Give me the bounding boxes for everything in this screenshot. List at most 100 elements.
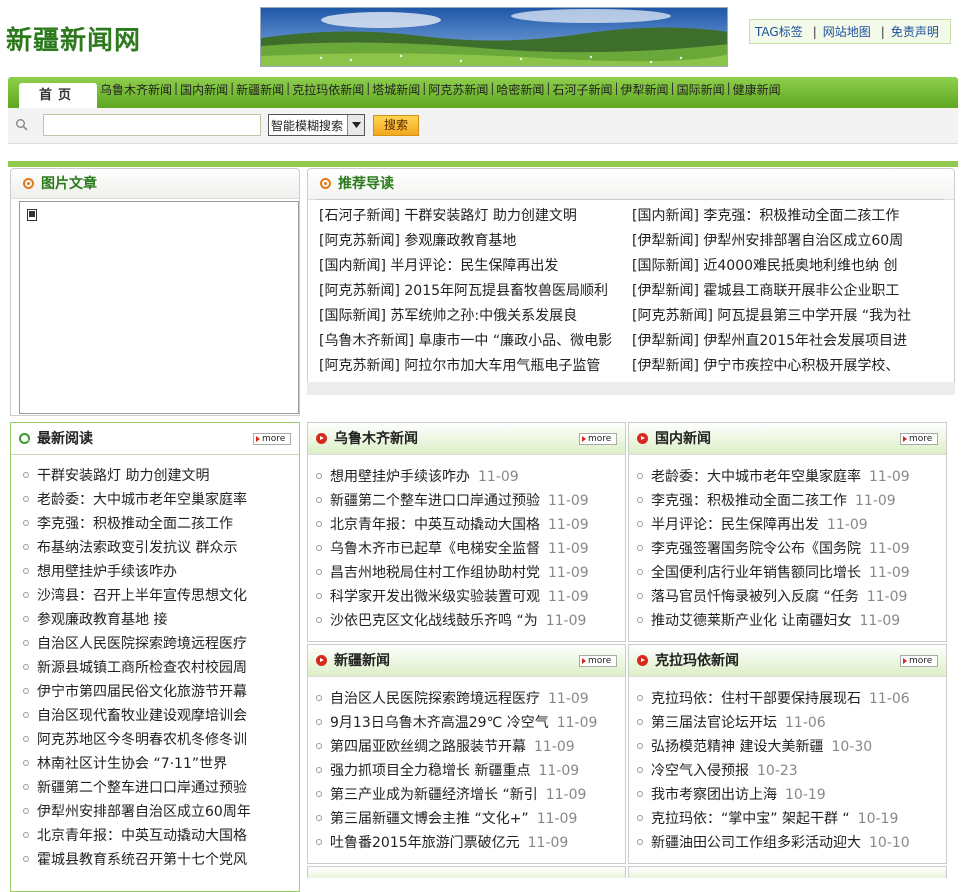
section-more-button[interactable]: more bbox=[900, 655, 938, 667]
recommend-item[interactable]: [伊犁新闻] 伊犁州直2015年社会发展项目进 bbox=[632, 329, 917, 354]
bullet-ring-icon bbox=[19, 433, 30, 444]
disclaimer-link[interactable]: 免责声明 bbox=[891, 23, 939, 40]
list-item[interactable]: 李克强：积极推动全面二孩工作 11-09 bbox=[629, 489, 946, 513]
list-item[interactable]: 想用壁挂炉手续该咋办 11-09 bbox=[308, 465, 625, 489]
recommend-item[interactable]: [阿克苏新闻] 阿拉尔市加大车用气瓶电子监管 bbox=[319, 354, 619, 379]
list-item[interactable]: 沙依巴克区文化战线鼓乐齐鸣 “为 11-09 bbox=[308, 609, 625, 633]
list-item[interactable]: 想用壁挂炉手续该咋办 bbox=[15, 560, 299, 584]
list-item[interactable]: 全国便利店行业年销售额同比增长 11-09 bbox=[629, 561, 946, 585]
list-item[interactable]: 新疆油田公司工作组多彩活动迎大 10-10 bbox=[629, 831, 946, 855]
list-item[interactable]: 老龄委：大中城市老年空巢家庭率 bbox=[15, 488, 299, 512]
list-item[interactable]: 科学家开发出微米级实验装置可观 11-09 bbox=[308, 585, 625, 609]
list-item[interactable]: 自治区人民医院探索跨境远程医疗 bbox=[15, 632, 299, 656]
bullet-dot-icon bbox=[316, 719, 322, 725]
recommend-item[interactable]: [国际新闻] 近4000难民抵奥地利维也纳 创 bbox=[632, 254, 917, 279]
header-banner-image bbox=[260, 7, 728, 67]
recommend-divider bbox=[316, 199, 944, 200]
bullet-ring-icon bbox=[320, 178, 331, 189]
list-item[interactable]: 北京青年报：中英互动撬动大国格 bbox=[15, 824, 299, 848]
site-logo[interactable]: 新疆新闻网 bbox=[6, 20, 141, 57]
recommend-item[interactable]: [阿克苏新闻] 参观廉政教育基地 bbox=[319, 229, 619, 254]
list-item[interactable]: 参观廉政教育基地 接 bbox=[15, 608, 299, 632]
recommend-item[interactable]: [伊犁新闻] 伊犁州安排部署自治区成立60周 bbox=[632, 229, 917, 254]
nav-item-international[interactable]: 国际新闻 bbox=[675, 81, 727, 101]
list-item[interactable]: 自治区人民医院探索跨境远程医疗 11-09 bbox=[308, 687, 625, 711]
nav-item-urumqi[interactable]: 乌鲁木齐新闻 bbox=[98, 81, 174, 101]
nav-item-yili[interactable]: 伊犁新闻 bbox=[619, 81, 671, 101]
list-item[interactable]: 沙湾县：召开上半年宣传思想文化 bbox=[15, 584, 299, 608]
nav-item-karamay[interactable]: 克拉玛依新闻 bbox=[290, 81, 366, 101]
nav-item-domestic[interactable]: 国内新闻 bbox=[178, 81, 230, 101]
search-input[interactable] bbox=[43, 114, 261, 136]
recommend-item[interactable]: [国内新闻] 李克强：积极推动全面二孩工作 bbox=[632, 204, 917, 229]
list-item[interactable]: 昌吉州地税局住村工作组协助村党 11-09 bbox=[308, 561, 625, 585]
list-item[interactable]: 自治区现代畜牧业建设观摩培训会 bbox=[15, 704, 299, 728]
list-item[interactable]: 霍城县教育系统召开第十七个党风 bbox=[15, 848, 299, 872]
nav-item-hami[interactable]: 哈密新闻 bbox=[494, 81, 546, 101]
list-item-text: 沙依巴克区文化战线鼓乐齐鸣 “为 bbox=[330, 613, 538, 629]
list-item[interactable]: 干群安装路灯 助力创建文明 bbox=[15, 464, 299, 488]
section-more-button[interactable]: more bbox=[579, 433, 617, 445]
list-item[interactable]: 伊宁市第四届民俗文化旅游节开幕 bbox=[15, 680, 299, 704]
list-item[interactable]: 李克强签署国务院令公布《国务院 11-09 bbox=[629, 537, 946, 561]
list-item[interactable]: 老龄委：大中城市老年空巢家庭率 11-09 bbox=[629, 465, 946, 489]
list-item[interactable]: 弘扬模范精神 建设大美新疆 10-30 bbox=[629, 735, 946, 759]
search-mode-select[interactable]: 智能模糊搜索 bbox=[268, 114, 365, 136]
list-item[interactable]: 第三届法官论坛开坛 11-06 bbox=[629, 711, 946, 735]
list-item[interactable]: 克拉玛依：住村干部要保持展现石 11-06 bbox=[629, 687, 946, 711]
nav-item-xinjiang[interactable]: 新疆新闻 bbox=[234, 81, 286, 101]
list-item[interactable]: 新疆第二个整车进口口岸通过预验 bbox=[15, 776, 299, 800]
recommend-item[interactable]: [阿克苏新闻] 阿瓦提县第三中学开展 “我为社 bbox=[632, 304, 917, 329]
list-item[interactable]: 半月评论：民生保障再出发 11-09 bbox=[629, 513, 946, 537]
list-item-text: 想用壁挂炉手续该咋办 bbox=[37, 564, 177, 580]
list-item[interactable]: 第三届新疆文博会主推 “文化+” 11-09 bbox=[308, 807, 625, 831]
recommend-item[interactable]: [乌鲁木齐新闻] 阜康市一中 “廉政小品、微电影 bbox=[319, 329, 619, 354]
nav-home-tab[interactable]: 首页 bbox=[19, 83, 97, 109]
sitemap-link[interactable]: 网站地图 bbox=[823, 23, 871, 40]
list-item[interactable]: 落马官员忏悔录被列入反腐 “任务 11-09 bbox=[629, 585, 946, 609]
search-button[interactable]: 搜索 bbox=[373, 115, 419, 136]
list-item[interactable]: 阿克苏地区今冬明春农机冬修冬训 bbox=[15, 728, 299, 752]
list-item[interactable]: 新疆第二个整车进口口岸通过预验 11-09 bbox=[308, 489, 625, 513]
bullet-dot-icon bbox=[316, 815, 322, 821]
recommend-item[interactable]: [国内新闻] 半月评论：民生保障再出发 bbox=[319, 254, 619, 279]
list-item[interactable]: 克拉玛依：“掌中宝” 架起干群 “ 10-19 bbox=[629, 807, 946, 831]
recommend-item[interactable]: [国际新闻] 苏军统帅之孙:中俄关系发展良 bbox=[319, 304, 619, 329]
bullet-dot-icon bbox=[637, 839, 643, 845]
list-item[interactable]: 冷空气入侵预报 10-23 bbox=[629, 759, 946, 783]
list-item[interactable]: 伊犁州安排部署自治区成立60周年 bbox=[15, 800, 299, 824]
list-item[interactable]: 李克强：积极推动全面二孩工作 bbox=[15, 512, 299, 536]
list-item[interactable]: 第三产业成为新疆经济增长 “新引 11-09 bbox=[308, 783, 625, 807]
bullet-dot-icon bbox=[316, 767, 322, 773]
nav-item-aksu[interactable]: 阿克苏新闻 bbox=[426, 81, 490, 101]
section-more-button[interactable]: more bbox=[579, 655, 617, 667]
recommend-item[interactable]: [伊犁新闻] 霍城县工商联开展非公企业职工 bbox=[632, 279, 917, 304]
recommend-item[interactable]: [石河子新闻] 干群安装路灯 助力创建文明 bbox=[319, 204, 619, 229]
list-item[interactable]: 我市考察团出访上海 10-19 bbox=[629, 783, 946, 807]
list-item[interactable]: 强力抓项目全力稳增长 新疆重点 11-09 bbox=[308, 759, 625, 783]
bullet-dot-icon bbox=[637, 767, 643, 773]
broken-image-icon bbox=[27, 209, 37, 221]
list-item[interactable]: 新源县城镇工商所检查农村校园周 bbox=[15, 656, 299, 680]
tag-link[interactable]: TAG标签 bbox=[755, 23, 803, 40]
nav-item-shihezi[interactable]: 石河子新闻 bbox=[550, 81, 614, 101]
list-item[interactable]: 吐鲁番2015年旅游门票破亿元 11-09 bbox=[308, 831, 625, 855]
section-header: 国内新闻 more bbox=[629, 423, 946, 455]
link-separator: | bbox=[812, 24, 817, 39]
picture-article-frame[interactable] bbox=[19, 201, 299, 414]
recommend-item[interactable]: [伊犁新闻] 伊宁市疾控中心积极开展学校、 bbox=[632, 354, 917, 379]
search-icon bbox=[16, 119, 28, 131]
recommend-item[interactable]: [阿克苏新闻] 2015年阿瓦提县畜牧兽医局顺利 bbox=[319, 279, 619, 304]
list-item[interactable]: 推动艾德莱斯产业化 让南疆妇女 11-09 bbox=[629, 609, 946, 633]
list-item[interactable]: 林南社区计生协会 “7·11”世界 bbox=[15, 752, 299, 776]
list-item[interactable]: 乌鲁木齐市已起草《电梯安全监督 11-09 bbox=[308, 537, 625, 561]
list-item[interactable]: 布基纳法索政变引发抗议 群众示 bbox=[15, 536, 299, 560]
list-item[interactable]: 第四届亚欧丝绸之路服装节开幕 11-09 bbox=[308, 735, 625, 759]
latest-more-button[interactable]: more bbox=[253, 433, 291, 445]
nav-item-health[interactable]: 健康新闻 bbox=[731, 81, 783, 101]
list-item-date: 11-09 bbox=[827, 517, 868, 533]
nav-item-tacheng[interactable]: 塔城新闻 bbox=[370, 81, 422, 101]
list-item[interactable]: 北京青年报：中英互动撬动大国格 11-09 bbox=[308, 513, 625, 537]
section-more-button[interactable]: more bbox=[900, 433, 938, 445]
list-item[interactable]: 9月13日乌鲁木齐高温29℃ 冷空气 11-09 bbox=[308, 711, 625, 735]
